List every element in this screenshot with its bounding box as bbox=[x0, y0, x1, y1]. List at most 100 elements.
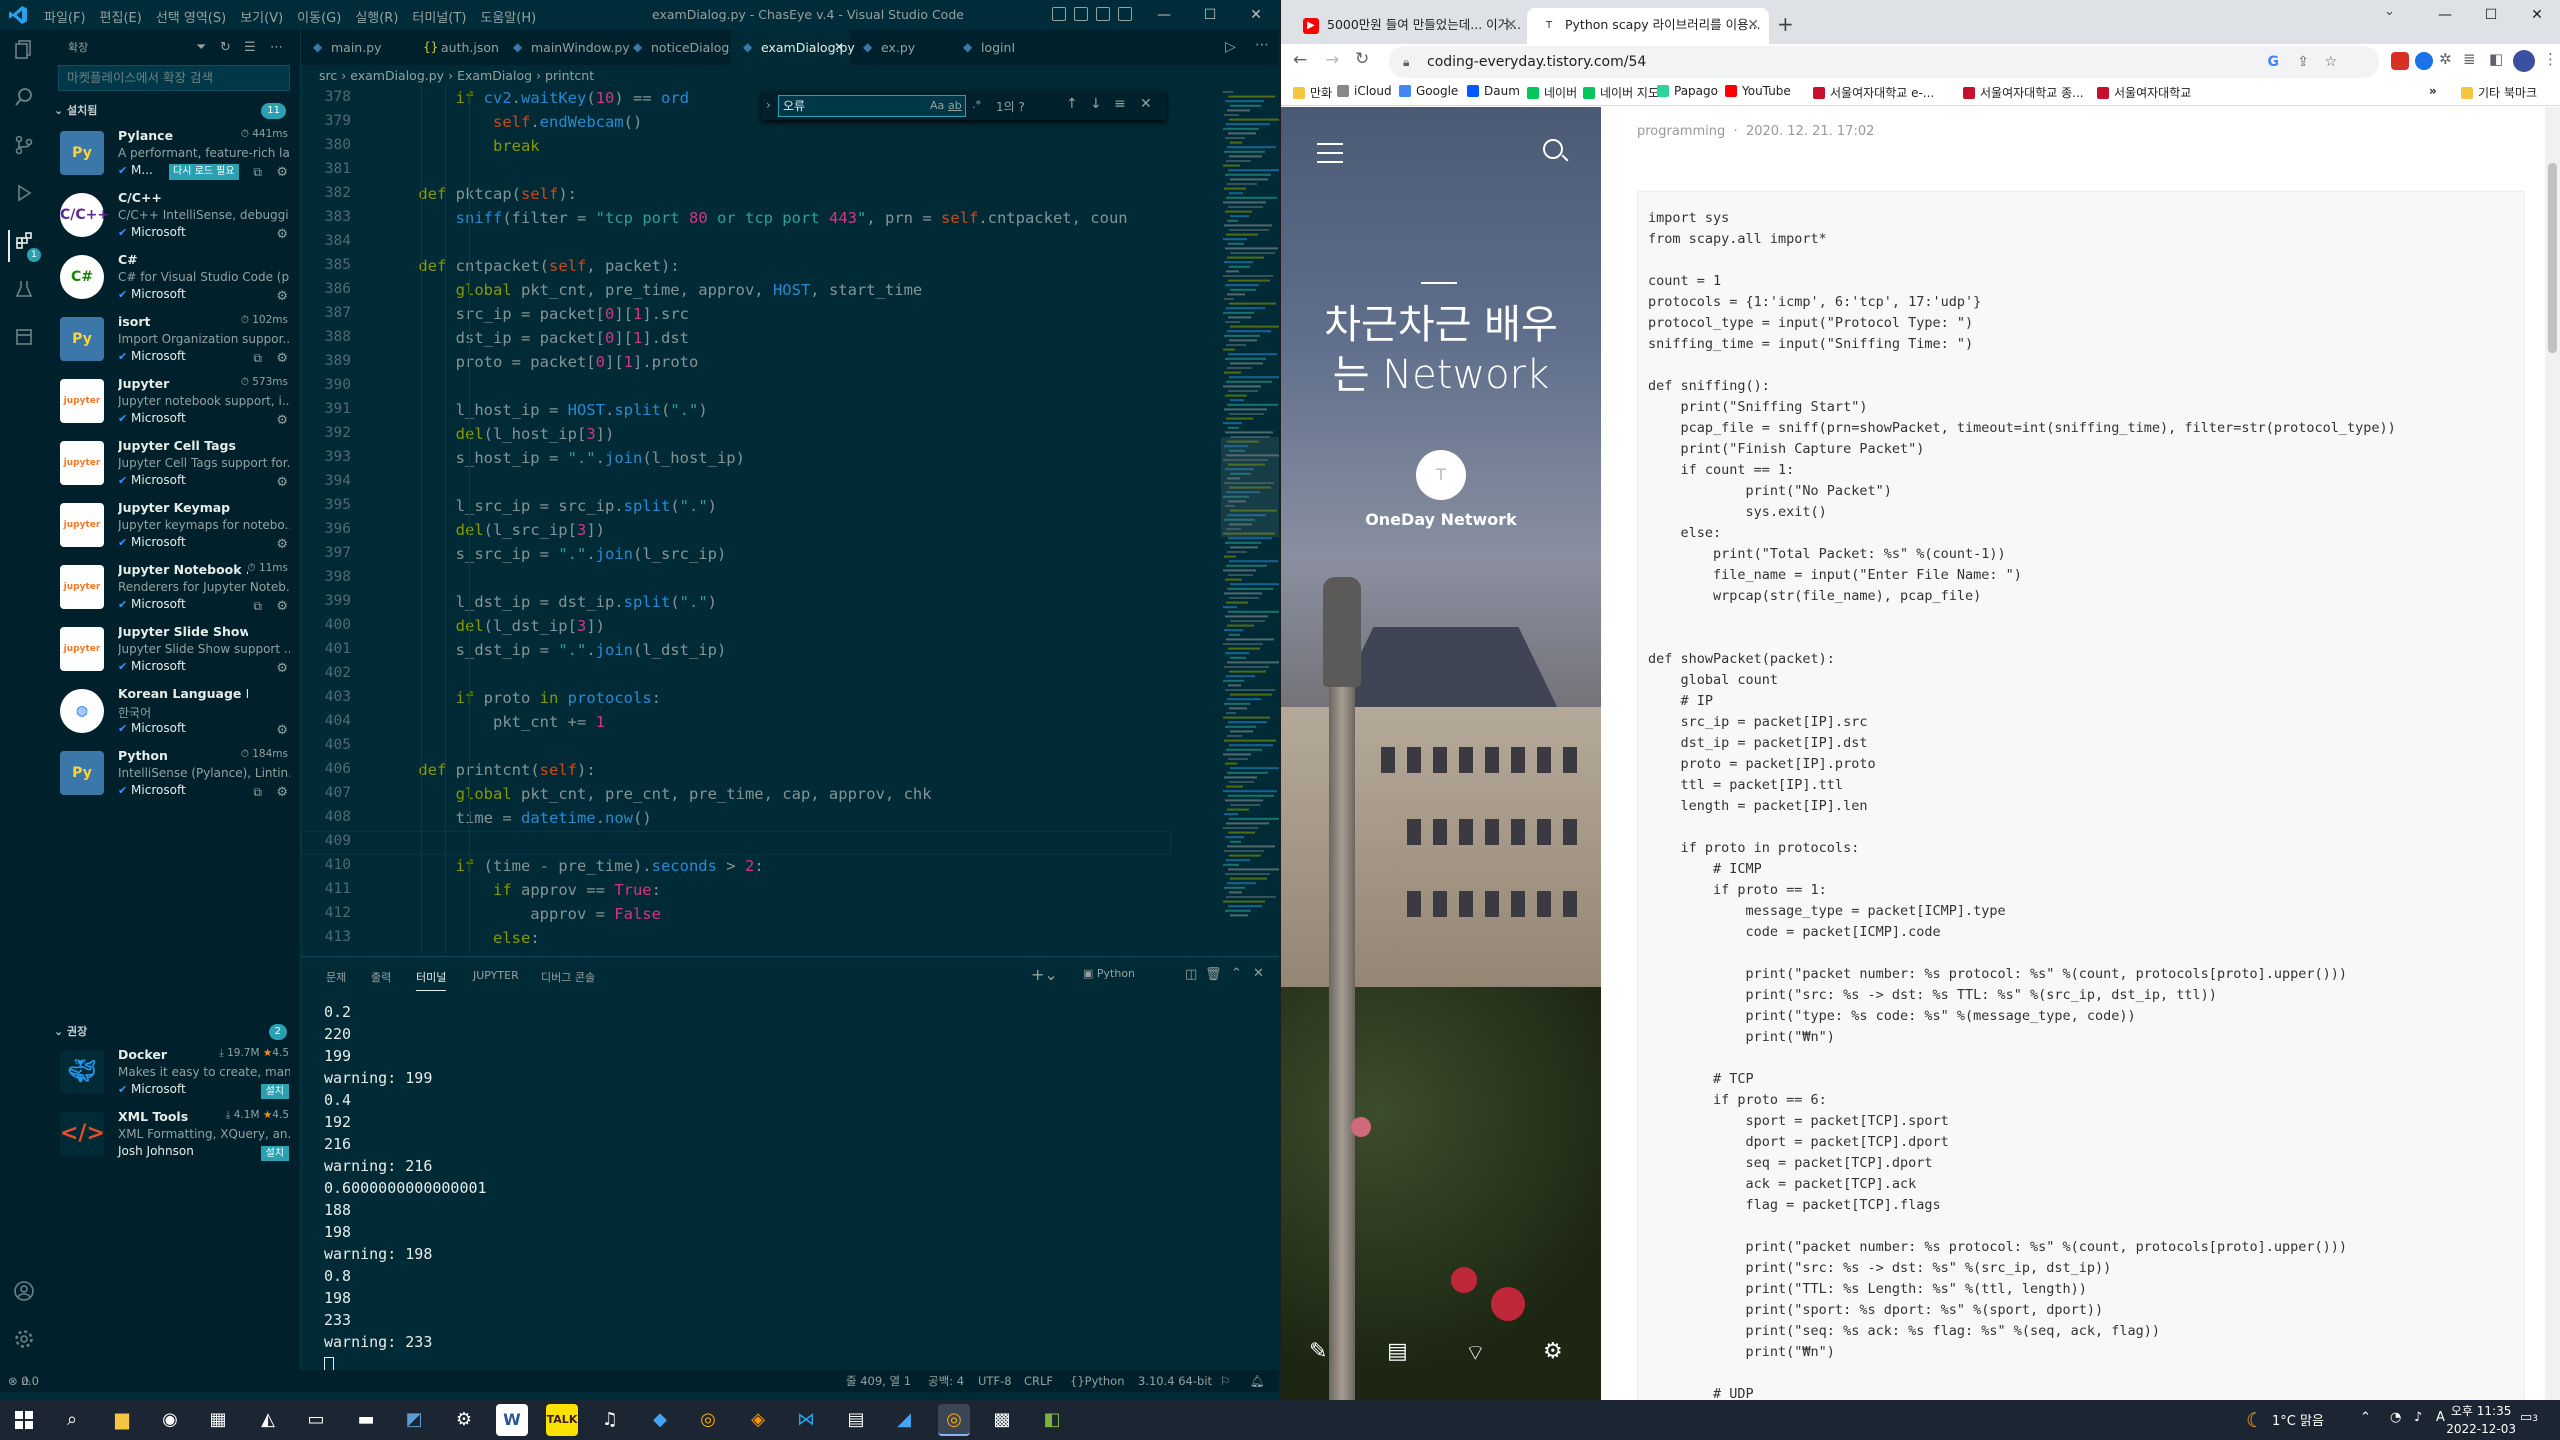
taskbar-app-icon[interactable]: ▤ bbox=[840, 1404, 872, 1436]
toggle-sidebar-icon[interactable] bbox=[1096, 7, 1110, 21]
settings-icon[interactable]: ⚙ bbox=[448, 1404, 480, 1436]
address-bar[interactable]: 🔒︎ coding-everyday.tistory.com/54 G ⇪ ☆ bbox=[1389, 46, 2379, 78]
breadcrumb-item[interactable]: examDialog.py bbox=[350, 68, 444, 83]
editor-tab[interactable]: ◆ loginI bbox=[951, 30, 1061, 65]
bookmark-item[interactable]: Daum bbox=[1467, 84, 1520, 98]
source-control-icon[interactable] bbox=[8, 134, 40, 166]
taskbar-search-icon[interactable]: ⌕ bbox=[56, 1404, 88, 1436]
start-button[interactable] bbox=[8, 1404, 40, 1436]
network-icon[interactable]: ◔ bbox=[2390, 1410, 2401, 1425]
menu-item[interactable]: 실행(R) bbox=[355, 7, 398, 26]
taskbar-app-icon[interactable]: ◆ bbox=[644, 1404, 676, 1436]
reload-icon[interactable]: ↻ bbox=[1355, 49, 1369, 69]
encoding-status[interactable]: UTF-8 bbox=[978, 1370, 1012, 1392]
panel-tab[interactable]: 출력 bbox=[371, 969, 391, 985]
kill-terminal-icon[interactable]: 🗑︎ bbox=[1205, 967, 1222, 982]
rss-icon[interactable]: ⌔ bbox=[1465, 1339, 1486, 1367]
panel-tab[interactable]: JUPYTER bbox=[473, 969, 519, 982]
maximize-button[interactable]: ☐ bbox=[1187, 0, 1233, 30]
manage-gear-icon[interactable] bbox=[8, 1328, 40, 1360]
close-find-icon[interactable]: ✕ bbox=[1140, 96, 1152, 112]
code-editor[interactable]: 378 if cv2.waitKey(10) == ord 379 self.en… bbox=[301, 87, 1171, 955]
extension-gear-icon[interactable]: ⚙ bbox=[276, 413, 288, 428]
blog-avatar[interactable]: T bbox=[1416, 450, 1466, 500]
editor-tab[interactable]: ◆ examDialog.py ✕ bbox=[731, 30, 855, 65]
bookmark-item[interactable]: 서울여자대학교 종... bbox=[1963, 84, 2084, 101]
extension-item[interactable]: jupyter Jupyter Keymap Jupyter keymaps for… bbox=[48, 495, 300, 557]
extension-gear-icon[interactable]: ⚙ bbox=[276, 537, 288, 552]
regex-icon[interactable]: .* bbox=[972, 98, 981, 111]
new-terminal-icon[interactable]: +⌄ bbox=[1031, 965, 1058, 984]
write-icon[interactable]: ✎ bbox=[1309, 1339, 1327, 1364]
notification-center-icon[interactable]: ▭3 bbox=[2520, 1410, 2538, 1425]
weather-text[interactable]: 1°C 맑음 bbox=[2272, 1410, 2324, 1429]
menu-item[interactable]: 보기(V) bbox=[240, 7, 283, 26]
next-match-icon[interactable]: ↓ bbox=[1090, 96, 1102, 112]
layout-menu-icon[interactable] bbox=[1052, 7, 1066, 21]
close-tab-icon[interactable]: ✕ bbox=[1505, 8, 1517, 42]
bookmark-star-icon[interactable]: ☆ bbox=[2324, 46, 2337, 78]
extensions-puzzle-icon[interactable]: ✲ bbox=[2439, 50, 2452, 68]
sync-ignored-icon[interactable]: ⧉ bbox=[253, 599, 262, 614]
sync-ignored-icon[interactable]: ⧉ bbox=[253, 165, 262, 180]
posts-icon[interactable]: ▤ bbox=[1387, 1339, 1408, 1364]
terminal-icon[interactable]: ▭ bbox=[300, 1404, 332, 1436]
extension-item[interactable]: Py isort Import Organization suppor... ✔ Mi… bbox=[48, 309, 300, 371]
menu-item[interactable]: 편집(E) bbox=[100, 7, 142, 26]
testing-icon[interactable] bbox=[8, 278, 40, 310]
prev-match-icon[interactable]: ↑ bbox=[1066, 96, 1078, 112]
extension-gear-icon[interactable]: ⚙ bbox=[276, 475, 288, 490]
bookmark-item[interactable]: 만화 bbox=[1293, 84, 1332, 101]
bookmark-item[interactable]: 서울여자대학교 bbox=[2097, 84, 2191, 101]
volume-icon[interactable]: ♪ bbox=[2414, 1410, 2422, 1425]
back-icon[interactable]: ← bbox=[1293, 50, 1307, 70]
bookmark-item[interactable]: 네이버 지도 bbox=[1583, 84, 1659, 101]
google-lens-icon[interactable]: G bbox=[2268, 46, 2280, 78]
editor-tab[interactable]: ◆ main.py bbox=[301, 30, 411, 65]
itunes-icon[interactable]: ♫ bbox=[594, 1404, 626, 1436]
bookmark-item[interactable]: Papago bbox=[1657, 84, 1718, 98]
explorer-icon[interactable] bbox=[8, 38, 40, 70]
find-in-selection-icon[interactable]: ≡ bbox=[1114, 96, 1126, 112]
problems-status[interactable]: ⊗ 0 ⚠ 0 bbox=[8, 1370, 39, 1392]
taskbar-app-icon[interactable]: ◭ bbox=[252, 1404, 284, 1436]
editor-tab[interactable]: {} auth.json bbox=[411, 30, 501, 65]
toggle-replace-icon[interactable]: › bbox=[766, 98, 771, 112]
accounts-icon[interactable] bbox=[8, 1280, 40, 1312]
install-button[interactable]: 설치 bbox=[260, 1084, 289, 1099]
taskbar-app-icon[interactable]: ◈ bbox=[742, 1404, 774, 1436]
close-tab-icon[interactable]: ✕ bbox=[1747, 8, 1759, 42]
extension-item[interactable]: Py Pylance A performant, feature-rich la..… bbox=[48, 123, 300, 185]
breadcrumb-item[interactable]: printcnt bbox=[545, 68, 594, 83]
extension-gear-icon[interactable]: ⚙ bbox=[276, 723, 288, 738]
powershell-icon[interactable]: ◩ bbox=[398, 1404, 430, 1436]
extension-gear-icon[interactable]: ⚙ bbox=[276, 599, 288, 614]
taskbar-app-icon[interactable]: ▩ bbox=[986, 1404, 1018, 1436]
ime-icon[interactable]: A bbox=[2436, 1410, 2445, 1425]
extension-gear-icon[interactable]: ⚙ bbox=[276, 661, 288, 676]
search-icon[interactable] bbox=[8, 86, 40, 118]
recommended-extension-item[interactable]: </> XML Tools XML Formatting, XQuery, an..… bbox=[48, 1104, 301, 1166]
extension-item[interactable]: jupyter Jupyter Cell Tags Jupyter Cell Tag… bbox=[48, 433, 300, 495]
side-panel-icon[interactable]: ◧ bbox=[2489, 50, 2503, 68]
maximize-panel-icon[interactable]: ⌃ bbox=[1231, 966, 1242, 981]
minimap-viewport[interactable] bbox=[1221, 437, 1279, 537]
extension-item[interactable]: C/C++ C/C++ C/C++ IntelliSense, debuggi...… bbox=[48, 185, 300, 247]
extension-item[interactable]: jupyter Jupyter Notebook ... Renderers for… bbox=[48, 557, 300, 619]
extension-search-input[interactable]: 마켓플레이스에서 확장 검색 bbox=[58, 65, 290, 91]
cursor-position[interactable]: 줄 409, 열 1 bbox=[846, 1370, 911, 1392]
bookmark-item[interactable]: 네이버 bbox=[1527, 84, 1577, 101]
file-explorer-icon[interactable]: ▆ bbox=[106, 1404, 138, 1436]
new-tab-button[interactable]: + bbox=[1777, 12, 1794, 36]
extension-item[interactable]: jupyter Jupyter Jupyter notebook support, … bbox=[48, 371, 300, 433]
eol-status[interactable]: CRLF bbox=[1024, 1370, 1053, 1392]
extension-gear-icon[interactable]: ⚙ bbox=[276, 289, 288, 304]
menu-item[interactable]: 이동(G) bbox=[297, 7, 341, 26]
extensions-icon[interactable]: 1 bbox=[8, 230, 41, 262]
extension-item[interactable]: ◍Korean Language Pack for...한국어✔ Microso… bbox=[48, 681, 300, 743]
toggle-panel-icon[interactable] bbox=[1074, 7, 1088, 21]
media-icon[interactable]: ≣ bbox=[2463, 50, 2476, 68]
chrome-close-button[interactable]: ✕ bbox=[2514, 0, 2560, 30]
editor-tab[interactable]: ◆ mainWindow.py bbox=[501, 30, 630, 65]
bookmark-item[interactable]: iCloud bbox=[1337, 84, 1392, 98]
